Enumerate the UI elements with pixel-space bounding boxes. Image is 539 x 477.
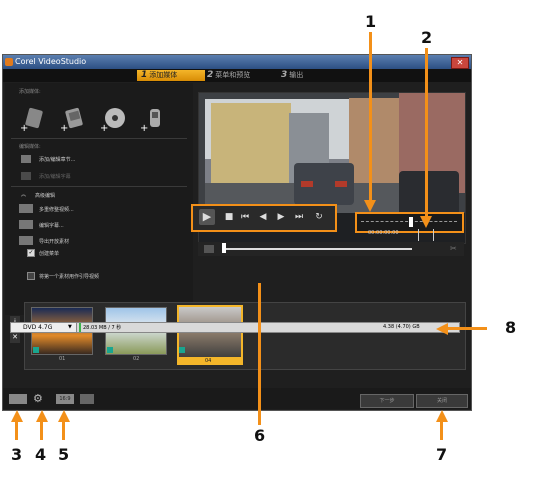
callout-arrow-7	[440, 420, 443, 440]
disc-usage-bar: DVD 4.7G ▼ 28.03 MB / 7 秒 4.38 (4.70) GB	[10, 322, 460, 333]
svg-text:+: +	[100, 123, 108, 132]
close-window-button[interactable]: ✕	[451, 57, 469, 69]
step-bar: 1 添加媒体 2 菜单和预览 3 输出	[3, 69, 471, 82]
add-video-icon[interactable]: +	[20, 106, 46, 132]
next-button[interactable]: 下一步	[360, 394, 414, 408]
title-bar: Corel VideoStudio ✕	[3, 55, 471, 69]
edit-media-heading: 编辑媒体:	[19, 144, 41, 150]
used-size: 28.03 MB / 7 秒	[83, 325, 122, 331]
chapter-icon	[21, 155, 31, 163]
clip-badge	[179, 347, 185, 353]
repeat-button[interactable]: ↻	[313, 211, 325, 223]
timecode-readout: 00:00:00:00	[368, 230, 399, 236]
window-title: Corel VideoStudio	[15, 57, 87, 66]
mark-in-out-icon[interactable]	[418, 229, 434, 241]
advanced-edit-label[interactable]: 高级编辑	[35, 192, 55, 199]
next-frame-button[interactable]: ▶	[275, 211, 287, 223]
create-menu-checkbox[interactable]: ✓	[27, 249, 35, 257]
snapshot-icon[interactable]	[204, 245, 214, 253]
subtitle-icon	[21, 172, 31, 180]
callout-number-1: 1	[365, 12, 377, 31]
callout-number-7: 7	[436, 445, 448, 464]
previous-frame-button[interactable]: ◀	[257, 211, 269, 223]
callout-arrow-head-1	[364, 200, 376, 212]
tab-menu-preview[interactable]: 2 菜单和预览	[203, 70, 277, 81]
multi-trim-link[interactable]: 多重修整视频...	[39, 206, 74, 213]
callout-arrow-8	[447, 327, 487, 330]
timecode-marker[interactable]	[409, 217, 413, 227]
scrub-slider[interactable]	[222, 248, 412, 250]
storyboard[interactable]: 01 02 04	[24, 302, 466, 370]
edit-subtitle-link[interactable]: 添加/编辑字幕	[39, 173, 71, 180]
aspect-ratio-icon[interactable]: 16:9	[56, 394, 74, 404]
callout-arrow-4	[40, 420, 43, 440]
clip-number: 04	[205, 358, 212, 364]
svg-text:+: +	[60, 123, 68, 132]
gear-icon[interactable]: ⚙	[33, 392, 49, 405]
callout-arrow-head-2	[420, 216, 432, 228]
printer-icon[interactable]	[80, 394, 94, 404]
clip-badge	[33, 347, 39, 353]
add-device-icon[interactable]: +	[140, 106, 166, 132]
project-settings-icon[interactable]	[9, 394, 27, 404]
tab-add-media[interactable]: 1 添加媒体	[137, 70, 205, 81]
intro-video-label: 将第一个素材用作引导视频	[39, 274, 100, 280]
divider	[11, 186, 187, 187]
capacity: 4.38 (4.70) GB	[383, 324, 420, 330]
advanced-toggle-icon[interactable]: ︽	[21, 191, 26, 198]
callout-arrow-6	[258, 283, 261, 425]
play-button[interactable]: ▶	[199, 209, 215, 225]
callout-arrow-1	[369, 32, 372, 202]
callout-number-4: 4	[35, 445, 47, 464]
divider	[11, 138, 187, 139]
clip-badge	[107, 347, 113, 353]
svg-text:+: +	[20, 123, 28, 132]
export-icon	[19, 236, 33, 245]
callout-number-3: 3	[11, 445, 23, 464]
callout-number-6: 6	[254, 426, 266, 445]
callout-arrow-5	[62, 420, 65, 440]
home-button[interactable]: ⏮	[239, 211, 251, 223]
left-panel: 添加媒体: + + + + 编辑媒体: 添加/编辑章节... 添加/编辑字幕 ︽	[5, 83, 193, 315]
cut-icon[interactable]: ✂	[450, 245, 458, 253]
add-image-icon[interactable]: +	[60, 106, 86, 132]
usage-fill	[79, 323, 81, 332]
clip-number: 01	[59, 356, 66, 362]
add-media-heading: 添加媒体:	[19, 89, 41, 95]
clip-thumbnail-04[interactable]	[177, 305, 243, 361]
tab-output[interactable]: 3 输出	[277, 70, 337, 81]
playback-track: ✂	[198, 242, 464, 256]
intro-video-checkbox[interactable]	[27, 272, 35, 280]
edit-subtitles-link[interactable]: 编辑字幕...	[39, 222, 64, 229]
stop-button[interactable]: ■	[223, 211, 235, 223]
playback-controls: ▶ ■ ⏮ ◀ ▶ ⏭ ↻	[191, 204, 337, 232]
scrub-handle[interactable]	[222, 243, 226, 253]
close-button[interactable]: 关闭	[416, 394, 468, 408]
multi-trim-icon	[19, 204, 33, 213]
callout-arrow-2	[425, 48, 428, 220]
edit-chapter-link[interactable]: 添加/编辑章节...	[39, 156, 75, 163]
callout-number-5: 5	[58, 445, 70, 464]
svg-text:+: +	[140, 123, 148, 132]
edit-subtitles-icon	[19, 220, 33, 229]
callout-number-2: 2	[421, 28, 433, 47]
callout-arrow-3	[15, 420, 18, 440]
end-button[interactable]: ⏭	[293, 211, 305, 223]
chevron-down-icon[interactable]: ▼	[68, 323, 74, 332]
clip-number: 02	[133, 356, 140, 362]
callout-number-8: 8	[505, 318, 517, 337]
export-material-link[interactable]: 导出开放素材	[39, 238, 69, 245]
app-icon	[5, 58, 13, 66]
create-menu-label: 创建菜单	[39, 251, 60, 257]
add-disc-icon[interactable]: +	[100, 106, 126, 132]
